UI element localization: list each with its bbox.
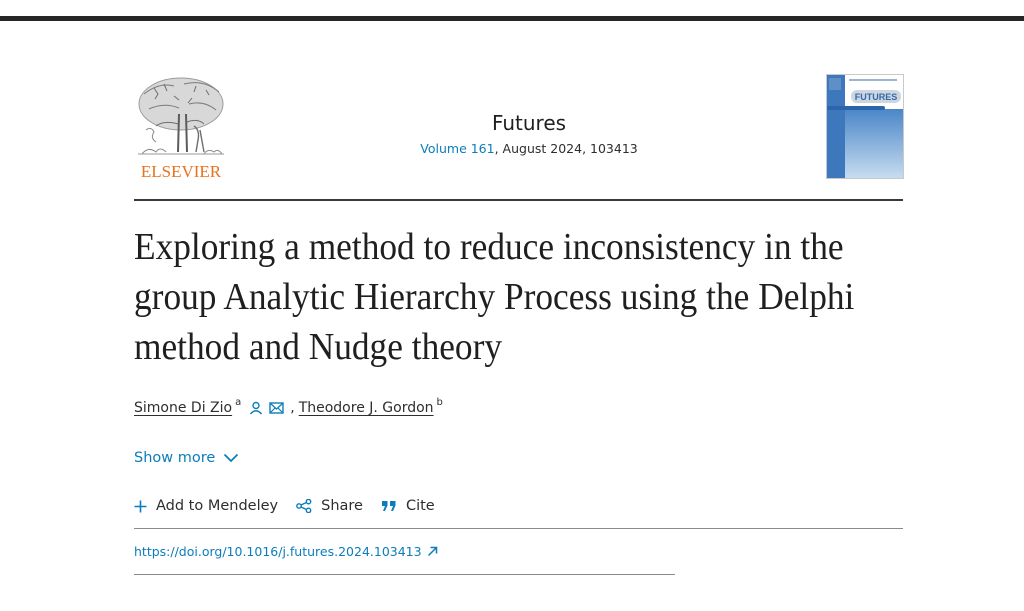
publication-header: ELSEVIER Futures Volume 161, August 2024… [134, 74, 904, 201]
cite-button[interactable]: Cite [381, 498, 435, 514]
top-bar [0, 16, 1024, 21]
journal-cover-icon: FUTURES [827, 75, 903, 178]
journal-cover-image[interactable]: FUTURES [826, 74, 904, 179]
header-divider [134, 199, 903, 201]
show-more-button[interactable]: Show more [134, 450, 239, 466]
plus-icon [134, 500, 147, 512]
journal-info: Futures Volume 161, August 2024, 103413 [334, 110, 724, 157]
author-separator: , [290, 400, 295, 416]
article-actions: Add to Mendeley Share Cite [134, 498, 453, 514]
share-icon [296, 499, 312, 513]
volume-link[interactable]: Volume 161 [420, 141, 494, 156]
actions-divider [134, 528, 903, 529]
external-link-icon [427, 546, 437, 557]
add-to-mendeley-button[interactable]: Add to Mendeley [134, 498, 278, 514]
affiliation-marker: a [235, 396, 242, 408]
journal-issue: Volume 161, August 2024, 103413 [334, 141, 724, 157]
share-button[interactable]: Share [296, 498, 363, 514]
person-icon[interactable] [249, 401, 263, 415]
share-label: Share [321, 498, 363, 514]
envelope-icon[interactable] [269, 402, 284, 414]
doi-url: https://doi.org/10.1016/j.futures.2024.1… [134, 544, 422, 559]
svg-text:FUTURES: FUTURES [855, 92, 898, 102]
journal-title-link[interactable]: Futures [334, 110, 724, 136]
author-list: Simone Di Zio a , Theodore J. Gordon b [134, 396, 451, 417]
doi-divider [134, 574, 675, 575]
doi-link[interactable]: https://doi.org/10.1016/j.futures.2024.1… [134, 544, 438, 559]
cite-label: Cite [405, 498, 435, 514]
add-to-mendeley-label: Add to Mendeley [156, 498, 279, 514]
elsevier-wordmark: ELSEVIER [140, 162, 222, 181]
article-title: Exploring a method to reduce inconsisten… [134, 226, 855, 368]
show-more-label: Show more [134, 450, 216, 466]
author-link[interactable]: Simone Di Zio [134, 400, 232, 416]
issue-details: , August 2024, 103413 [494, 141, 638, 156]
elsevier-logo[interactable]: ELSEVIER [134, 74, 228, 181]
chevron-down-icon [224, 453, 239, 463]
elsevier-tree-logo-icon [138, 77, 224, 155]
affiliation-marker: b [436, 396, 443, 408]
author-link[interactable]: Theodore J. Gordon [299, 400, 434, 416]
quote-icon [381, 501, 396, 511]
